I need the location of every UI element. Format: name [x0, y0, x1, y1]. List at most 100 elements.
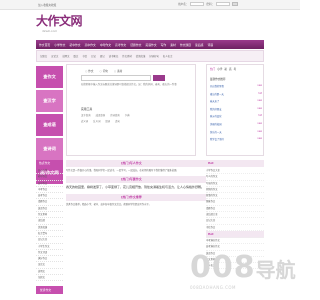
- right-list-item[interactable]: 难忘的那一天 hot: [210, 92, 262, 96]
- main-nav: 作文首页 小学作文 初中作文 高中作文 中考作文 高考作文 话题作文 英语作文 写作 素材 作文题目…: [36, 40, 264, 49]
- right-list-item[interactable]: 我的好朋友 new: [210, 107, 262, 111]
- tool-link[interactable]: 汉字查询: [81, 113, 91, 117]
- subnav-item[interactable]: 说明文: [62, 54, 69, 58]
- left-tile[interactable]: 查诗词: [36, 138, 63, 160]
- item-badge: new: [257, 137, 262, 141]
- subnav-item[interactable]: 优美段落: [136, 54, 146, 58]
- subnav-item[interactable]: 议论文: [51, 54, 58, 58]
- left-tile[interactable]: 查作文: [36, 66, 63, 88]
- subnav-item[interactable]: 好词好句: [149, 54, 159, 58]
- left-tile[interactable]: 查成语: [36, 114, 63, 136]
- subnav-item[interactable]: 日记: [91, 54, 96, 58]
- search-type-radios: 作文 词句 素材: [85, 69, 122, 73]
- tools-title: 实用工具: [81, 107, 93, 111]
- article-section: [热门]写人作文写作文是一件很开心的事，我和同学们一起读书、一起学习，一起成长，…: [66, 160, 206, 172]
- password-input[interactable]: [216, 2, 231, 6]
- item-badge: hot: [258, 114, 262, 118]
- item-title: 家乡的变化: [210, 115, 222, 119]
- hot-left-title: 热点作文: [36, 160, 63, 167]
- right-tab[interactable]: 考: [234, 67, 237, 71]
- watermark-url: 008DAOHANG.COM: [190, 285, 236, 290]
- nav-item[interactable]: 作文首页: [39, 43, 50, 47]
- username-input[interactable]: [190, 2, 205, 6]
- logo-subtitle: dzw0.com: [42, 29, 58, 33]
- right-list-item[interactable]: 我学会了坚持 new: [210, 137, 262, 141]
- right-tab[interactable]: 初: [224, 67, 227, 71]
- nav-item[interactable]: 写作: [161, 43, 167, 47]
- item-badge: new: [257, 121, 262, 125]
- tool-link[interactable]: 组词: [105, 119, 110, 123]
- sub-nav: 记叙文 议论文 说明文 散文 书信 日记 周记 读书笔记 作文素材 优美段落 好词好句 名人名言: [36, 50, 264, 62]
- search-type-radio[interactable]: 词句: [99, 69, 108, 73]
- nav-item[interactable]: 作文题目: [180, 43, 191, 47]
- section-title[interactable]: [热门]写人作文: [121, 161, 142, 165]
- right-col-hot: Hot: [206, 230, 264, 238]
- subnav-item[interactable]: 名人名言: [163, 54, 173, 58]
- article-sections: [热门]写人作文写作文是一件很开心的事，我和同学们一起读书、一起学习，一起成长，…: [66, 160, 206, 211]
- right-tab[interactable]: 高: [229, 67, 232, 71]
- right-tab[interactable]: 热门: [210, 67, 215, 71]
- item-badge: new: [257, 84, 262, 87]
- left-tile[interactable]: 查汉字: [36, 90, 63, 112]
- article-section: [热门]写景作文 春天的校园里，柳树发芽了，小草变绿了，花儿竞相开放，到处充满着生…: [66, 176, 206, 190]
- item-badge: new: [257, 129, 262, 133]
- section-title[interactable]: [热门]作文推荐: [121, 195, 142, 199]
- search-type-radio[interactable]: 素材: [114, 69, 122, 73]
- tool-link[interactable]: 反义词: [93, 119, 100, 123]
- tool-link[interactable]: 近义词: [81, 119, 88, 123]
- tool-link[interactable]: 造句: [115, 119, 120, 123]
- hot-right-title: Hot: [206, 160, 264, 167]
- search-input[interactable]: [81, 75, 151, 81]
- tools-row: 近义词 反义词 组词 造句: [81, 119, 191, 123]
- right-list-item[interactable]: 快乐的一天 new: [210, 130, 262, 134]
- right-panel: 热门 小学初高考 最新作文推荐 开启我的梦想 new 难忘的那一天 hot 春天来了 new…: [206, 64, 264, 156]
- section-body: 写作文是一件很开心的事，我和同学们一起读书、一起学习，一起成长，在老师的教导下我…: [66, 169, 179, 172]
- right-list-item[interactable]: 美丽的校园 new: [210, 122, 262, 126]
- nav-item[interactable]: 评语: [207, 43, 213, 47]
- right-tabs: 热门 小学初高考: [210, 67, 236, 71]
- subnav-item[interactable]: 书信: [82, 54, 87, 58]
- watermark-cn: 导航: [255, 258, 296, 282]
- search-button[interactable]: [153, 75, 165, 81]
- item-title: 春天来了: [210, 100, 220, 104]
- nav-item[interactable]: 初中作文: [69, 43, 80, 47]
- nav-item[interactable]: 读后感: [195, 43, 203, 47]
- section-title[interactable]: [热门]写景作文: [121, 177, 142, 181]
- username-label: 用户名：: [178, 3, 189, 6]
- hot-list-item[interactable]: 记叙文: [36, 275, 63, 282]
- item-title: 我的好朋友: [210, 107, 222, 111]
- logo-title: 大作文网: [36, 14, 83, 28]
- login-button[interactable]: [232, 2, 239, 6]
- tool-link[interactable]: 诗词查询: [110, 113, 120, 117]
- tool-link[interactable]: 字典: [125, 113, 130, 117]
- watermark-number: 008: [190, 250, 256, 285]
- nav-item[interactable]: 高考作文: [115, 43, 126, 47]
- right-list-item[interactable]: 开启我的梦想 new: [210, 84, 262, 88]
- watermark: 008导航 008DAOHANG.COM: [190, 250, 298, 296]
- nav-item[interactable]: 素材: [170, 43, 176, 47]
- nav-item[interactable]: 高中作文: [85, 43, 96, 47]
- nav-item[interactable]: 英语作文: [145, 43, 156, 47]
- right-tab[interactable]: 小学: [217, 67, 222, 71]
- search-type-radio[interactable]: 作文: [85, 69, 93, 73]
- tools-box: 实用工具 汉字查询 成语查询 诗词查询 字典近义词 反义词 组词 造句: [81, 107, 191, 125]
- right-list-item[interactable]: 春天来了 new: [210, 99, 262, 103]
- item-title: 我学会了坚持: [210, 138, 224, 142]
- nav-item[interactable]: 中考作文: [100, 43, 111, 47]
- tool-link[interactable]: 成语查询: [96, 113, 106, 117]
- footer-tab[interactable]: 优秀作文: [36, 286, 63, 294]
- search-panel: 作文 词句 素材 在搜索框中输入作文标题或关键词即可查找相关作文，如：我的妈妈、春天…: [66, 64, 196, 156]
- subnav-item[interactable]: 散文: [74, 54, 79, 58]
- site-logo[interactable]: 大作文网 dzw0.com: [36, 12, 86, 38]
- subnav-item[interactable]: 读书笔记: [109, 54, 119, 58]
- subnav-item[interactable]: 周记: [100, 54, 105, 58]
- subnav-item[interactable]: 作文素材: [122, 54, 132, 58]
- favorite-link[interactable]: 加入收藏夹收藏: [38, 3, 56, 7]
- nav-item[interactable]: 话题作文: [130, 43, 141, 47]
- login-form: 用户名： 密码：: [178, 2, 239, 6]
- right-list-item[interactable]: 家乡的变化 hot: [210, 114, 262, 118]
- nav-item[interactable]: 小学作文: [54, 43, 65, 47]
- right-title: 最新作文推荐: [210, 78, 226, 81]
- top-bar: 加入收藏夹收藏 用户名： 密码：: [0, 0, 300, 10]
- subnav-item[interactable]: 记叙文: [40, 54, 47, 58]
